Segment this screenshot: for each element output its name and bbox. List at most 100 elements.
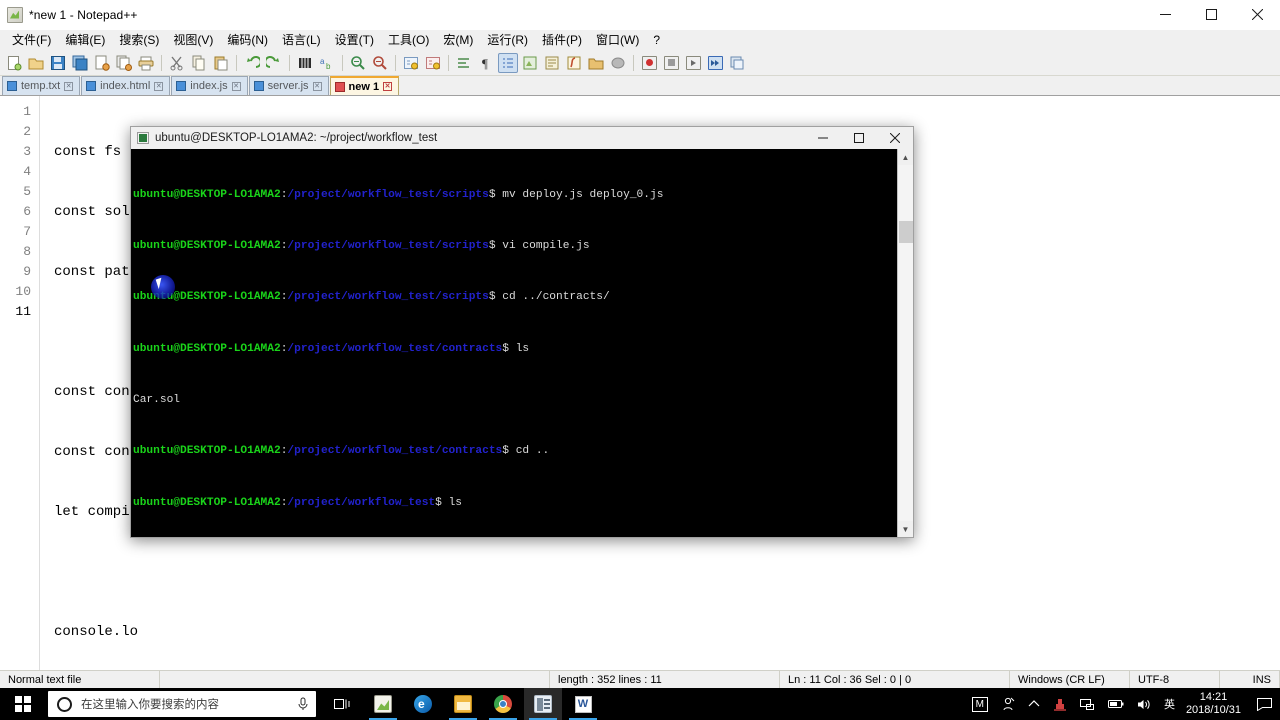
save-icon[interactable] [48, 53, 68, 73]
menu-item-window[interactable]: 窗口(W) [589, 31, 646, 50]
ime-indicator[interactable]: 英 [1158, 688, 1181, 720]
macro-record-icon[interactable] [639, 53, 659, 73]
zoom-out-icon[interactable] [370, 53, 390, 73]
menu-item-edit[interactable]: 编辑(E) [58, 31, 112, 50]
save-all-icon[interactable] [70, 53, 90, 73]
tab-close-icon[interactable]: ✕ [64, 81, 74, 91]
menu-item-settings[interactable]: 设置(T) [328, 31, 381, 50]
microsoft-edge-icon[interactable]: e [404, 688, 442, 720]
macro-stop-icon[interactable] [661, 53, 681, 73]
tab-close-icon[interactable]: ✕ [154, 81, 164, 91]
sync-scroll-vertical-icon[interactable] [401, 53, 421, 73]
print-icon[interactable] [136, 53, 156, 73]
terminal-body[interactable]: ubuntu@DESKTOP-LO1AMA2:/project/workflow… [131, 149, 913, 537]
line-number: 5 [23, 184, 31, 199]
menu-item-file[interactable]: 文件(F) [5, 31, 58, 50]
menu-item-search[interactable]: 搜索(S) [112, 31, 166, 50]
scroll-up-arrow[interactable]: ▲ [898, 149, 914, 165]
monitor-icon[interactable] [608, 53, 628, 73]
tab-new-1[interactable]: new 1 ✕ [329, 76, 400, 95]
undo-icon[interactable] [242, 53, 262, 73]
paste-icon[interactable] [211, 53, 231, 73]
cortana-circle-icon [57, 696, 72, 712]
terminal-maximize-button[interactable] [841, 127, 877, 149]
terminal-minimize-button[interactable] [805, 127, 841, 149]
file-explorer-icon[interactable] [444, 688, 482, 720]
notepadpp-taskbar-icon[interactable] [524, 688, 562, 720]
terminal-line: ubuntu@DESKTOP-LO1AMA2:/project/workflow… [133, 188, 664, 201]
menu-item-view[interactable]: 视图(V) [166, 31, 220, 50]
menu-item-macro[interactable]: 宏(M) [436, 31, 480, 50]
menu-item-run[interactable]: 运行(R) [480, 31, 535, 50]
function-list-icon[interactable] [564, 53, 584, 73]
indent-guide-icon[interactable] [498, 52, 518, 73]
macro-play-icon[interactable] [683, 53, 703, 73]
find-icon[interactable] [295, 53, 315, 73]
network-icon[interactable] [1074, 688, 1101, 720]
terminal-scrollbar[interactable]: ▲ ▼ [897, 149, 913, 537]
tab-close-icon[interactable]: ✕ [231, 81, 241, 91]
task-view-button[interactable] [324, 688, 362, 720]
replace-icon[interactable]: ab [317, 53, 337, 73]
tab-temp-txt[interactable]: temp.txt ✕ [2, 76, 81, 95]
meet-now-icon[interactable]: M [966, 688, 994, 720]
zoom-in-icon[interactable] [348, 53, 368, 73]
close-button[interactable] [1234, 0, 1280, 30]
macro-save-icon[interactable] [727, 53, 747, 73]
pen-icon[interactable] [995, 688, 1021, 720]
taskbar-clock[interactable]: 14:21 2018/10/31 [1182, 691, 1249, 717]
taskbar-search-box[interactable]: 在这里输入你要搜索的内容 [48, 691, 316, 717]
microsoft-word-icon[interactable]: W [564, 688, 602, 720]
show-hidden-icons-icon[interactable] [1022, 688, 1046, 720]
scrollbar-track[interactable] [897, 165, 913, 521]
new-file-icon[interactable] [4, 53, 24, 73]
tab-server-js[interactable]: server.js ✕ [248, 76, 329, 95]
menu-item-language[interactable]: 语言(L) [275, 31, 328, 50]
cut-icon[interactable] [167, 53, 187, 73]
word-wrap-icon[interactable] [454, 53, 474, 73]
close-all-icon[interactable] [114, 53, 134, 73]
macro-play-multi-icon[interactable] [705, 53, 725, 73]
fold-margin[interactable] [40, 96, 48, 670]
terminal-titlebar[interactable]: ubuntu@DESKTOP-LO1AMA2: ~/project/workfl… [131, 127, 913, 149]
microphone-icon[interactable] [290, 697, 316, 711]
terminal-close-button[interactable] [877, 127, 913, 149]
google-chrome-icon[interactable] [484, 688, 522, 720]
copy-icon[interactable] [189, 53, 209, 73]
menu-item-plugins[interactable]: 插件(P) [535, 31, 589, 50]
status-position: Ln : 11 Col : 36 Sel : 0 | 0 [780, 670, 1010, 689]
menu-item-tools[interactable]: 工具(O) [381, 31, 436, 50]
close-file-icon[interactable] [92, 53, 112, 73]
scrollbar-thumb[interactable] [898, 221, 913, 243]
menu-item-encoding[interactable]: 编码(N) [220, 31, 275, 50]
system-tray: M 英 14:21 2018/10/31 [966, 688, 1280, 720]
sync-scroll-horizontal-icon[interactable] [423, 53, 443, 73]
tab-close-icon[interactable]: ✕ [312, 81, 322, 91]
safely-remove-hardware-icon[interactable] [1047, 688, 1073, 720]
terminal-window[interactable]: ubuntu@DESKTOP-LO1AMA2: ~/project/workfl… [130, 126, 914, 538]
show-all-chars-icon[interactable]: ¶ [476, 53, 496, 73]
prompt-path: /project/workflow_test/scripts [287, 239, 489, 252]
minimize-button[interactable] [1142, 0, 1188, 30]
file-icon [176, 81, 187, 91]
volume-icon[interactable] [1131, 688, 1157, 720]
file-explorer-green-icon[interactable] [364, 688, 402, 720]
action-center-icon[interactable] [1250, 688, 1278, 720]
redo-icon[interactable] [264, 53, 284, 73]
start-button[interactable] [0, 688, 46, 720]
scroll-down-arrow[interactable]: ▼ [898, 521, 914, 537]
maximize-button[interactable] [1188, 0, 1234, 30]
open-file-icon[interactable] [26, 53, 46, 73]
terminal-line: ubuntu@DESKTOP-LO1AMA2:/project/workflow… [133, 342, 530, 355]
folder-as-workspace-icon[interactable] [586, 53, 606, 73]
battery-icon[interactable] [1102, 688, 1130, 720]
tab-close-icon[interactable]: ✕ [383, 82, 393, 91]
tab-index-js[interactable]: index.js ✕ [171, 76, 248, 95]
doc-map-icon[interactable] [542, 53, 562, 73]
status-file-type: Normal text file [0, 670, 160, 689]
menu-item-help[interactable]: ? [646, 31, 667, 50]
tab-index-html[interactable]: index.html ✕ [81, 76, 171, 95]
prompt-user-host: ubuntu@DESKTOP-LO1AMA2 [133, 342, 281, 355]
terminal-line: ubuntu@DESKTOP-LO1AMA2:/project/workflow… [133, 239, 590, 252]
user-language-icon[interactable] [520, 53, 540, 73]
